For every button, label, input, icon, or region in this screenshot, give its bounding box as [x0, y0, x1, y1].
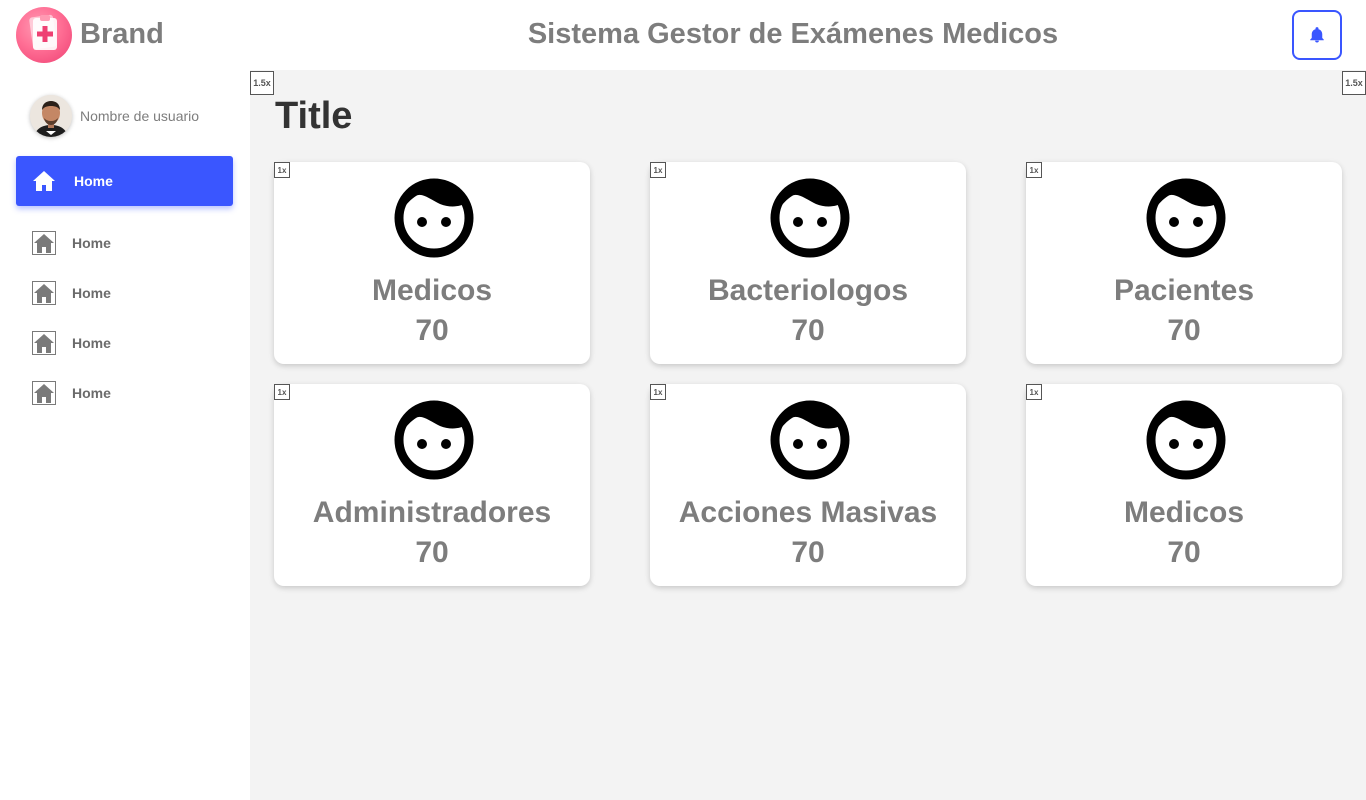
sidebar-item-home[interactable]: Home	[16, 273, 233, 313]
face-icon	[770, 400, 850, 480]
stat-card-medicos[interactable]: 1x Medicos 70	[274, 162, 590, 364]
face-icon	[1146, 400, 1226, 480]
sidebar-item-label: Home	[72, 335, 111, 351]
brand-name[interactable]: Brand	[80, 18, 164, 51]
sidebar-item-label: Home	[74, 173, 113, 189]
page-title: Title	[275, 95, 353, 137]
zoom-tag: 1.5x	[1342, 71, 1366, 95]
card-count: 70	[791, 536, 825, 569]
face-icon	[1146, 178, 1226, 258]
card-count: 70	[415, 314, 449, 347]
sidebar: Nombre de usuario Home Home Home Home Ho…	[0, 70, 250, 800]
avatar[interactable]	[30, 95, 72, 137]
face-icon	[394, 400, 474, 480]
username: Nombre de usuario	[80, 108, 200, 124]
zoom-tag: 1x	[274, 384, 290, 400]
card-count: 70	[1167, 314, 1201, 347]
card-title: Bacteriologos	[707, 274, 909, 307]
bell-icon	[1310, 27, 1324, 43]
stat-card-pacientes[interactable]: 1x Pacientes 70	[1026, 162, 1342, 364]
home-icon	[32, 281, 56, 305]
app-title: Sistema Gestor de Exámenes Medicos	[527, 18, 1059, 50]
stat-card-administradores[interactable]: 1x Administradores 70	[274, 384, 590, 586]
face-icon	[770, 178, 850, 258]
card-title: Administradores	[312, 496, 552, 529]
card-title: Medicos	[1123, 496, 1245, 529]
card-count: 70	[1167, 536, 1201, 569]
zoom-tag: 1x	[650, 384, 666, 400]
sidebar-item-home-active[interactable]: Home	[16, 156, 233, 206]
home-icon	[33, 171, 55, 191]
user-profile[interactable]: Nombre de usuario	[30, 94, 199, 138]
sidebar-item-label: Home	[72, 235, 111, 251]
stat-card-medicos-2[interactable]: 1x Medicos 70	[1026, 384, 1342, 586]
zoom-tag: 1x	[1026, 162, 1042, 178]
notifications-button[interactable]	[1292, 10, 1342, 60]
zoom-tag: 1x	[274, 162, 290, 178]
stat-card-acciones-masivas[interactable]: 1x Acciones Masivas 70	[650, 384, 966, 586]
main-content: 1.5x 1.5x Title 1x Medicos 70 1x Bacteri…	[250, 70, 1366, 800]
face-icon	[394, 178, 474, 258]
medical-clipboard-icon[interactable]	[16, 7, 72, 63]
card-title: Medicos	[371, 274, 493, 307]
zoom-tag: 1x	[650, 162, 666, 178]
home-icon	[32, 231, 56, 255]
card-count: 70	[415, 536, 449, 569]
sidebar-item-label: Home	[72, 385, 111, 401]
card-count: 70	[791, 314, 825, 347]
stat-card-bacteriologos[interactable]: 1x Bacteriologos 70	[650, 162, 966, 364]
top-header: Brand Sistema Gestor de Exámenes Medicos	[0, 0, 1366, 70]
zoom-tag: 1.5x	[250, 71, 274, 95]
card-title: Pacientes	[1113, 274, 1255, 307]
home-icon	[32, 381, 56, 405]
card-title: Acciones Masivas	[678, 496, 938, 529]
sidebar-item-home[interactable]: Home	[16, 373, 233, 413]
home-icon	[32, 331, 56, 355]
sidebar-item-home[interactable]: Home	[16, 223, 233, 263]
sidebar-item-home[interactable]: Home	[16, 323, 233, 363]
sidebar-item-label: Home	[72, 285, 111, 301]
zoom-tag: 1x	[1026, 384, 1042, 400]
